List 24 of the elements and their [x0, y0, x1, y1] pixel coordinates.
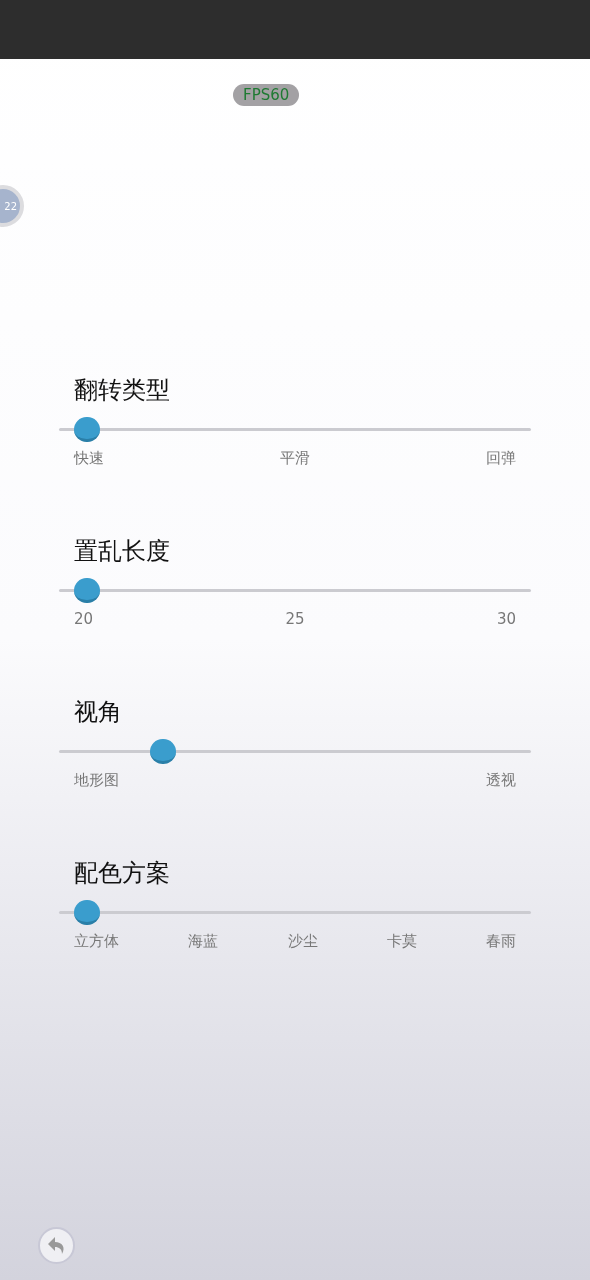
- slider-thumb[interactable]: [74, 578, 101, 603]
- slider-thumb[interactable]: [74, 417, 101, 442]
- slider-title: 配色方案: [74, 858, 170, 888]
- tick-label: 25: [285, 609, 305, 629]
- tick-label: 20: [74, 609, 94, 629]
- slider-title: 置乱长度: [74, 536, 170, 566]
- tick-label: 地形图: [74, 770, 119, 790]
- tick-label: 透视: [486, 770, 516, 790]
- tick-label: 沙尘: [287, 931, 318, 951]
- fps-badge: FPS60: [233, 84, 300, 106]
- counter-button[interactable]: 22: [0, 185, 24, 227]
- slider-thumb[interactable]: [74, 900, 101, 925]
- slider-title: 视角: [74, 697, 122, 727]
- tick-label: 立方体: [74, 931, 119, 951]
- tick-label: 回弹: [486, 448, 516, 468]
- tick-label: 春雨: [486, 931, 516, 951]
- undo-button[interactable]: [38, 1227, 75, 1264]
- slider-title: 翻转类型: [74, 375, 170, 405]
- slider-thumb[interactable]: [149, 739, 176, 764]
- tick-label: 海蓝: [188, 931, 219, 951]
- tick-label: 快速: [74, 448, 104, 468]
- tick-label: 平滑: [280, 448, 310, 468]
- tick-label: 30: [496, 609, 516, 629]
- tick-label: 卡莫: [386, 931, 417, 951]
